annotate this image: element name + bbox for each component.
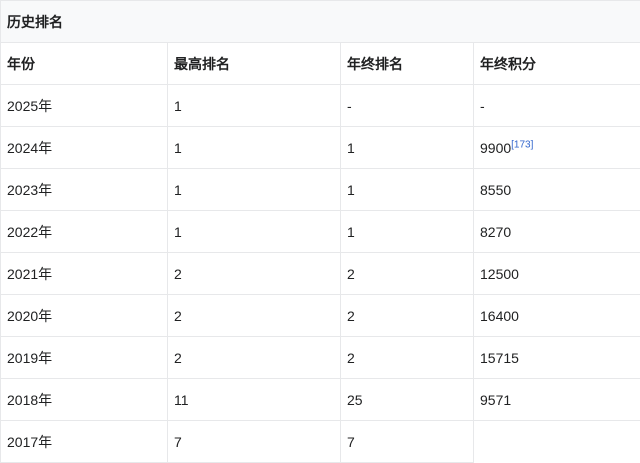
points-value: 16400: [480, 308, 519, 324]
cell-peak-rank: 1: [168, 127, 341, 169]
cell-year: 2024年: [1, 127, 168, 169]
table-row: 2023年 1 1 8550: [1, 169, 640, 211]
points-value: 8270: [480, 224, 511, 240]
cell-year: 2025年: [1, 85, 168, 127]
cell-year-end-rank: 2: [341, 295, 474, 337]
cell-year: 2022年: [1, 211, 168, 253]
table-header-row: 年份 最高排名 年终排名 年终积分: [1, 43, 640, 85]
cell-peak-rank: 1: [168, 211, 341, 253]
cell-year-end-points: [474, 421, 640, 463]
cell-peak-rank: 2: [168, 295, 341, 337]
cell-year-end-points: 15715: [474, 337, 640, 379]
cell-year-end-points: 9571: [474, 379, 640, 421]
header-year-end-rank: 年终排名: [341, 43, 474, 85]
table-row: 2021年 2 2 12500: [1, 253, 640, 295]
cell-year: 2020年: [1, 295, 168, 337]
cell-peak-rank: 2: [168, 337, 341, 379]
cell-year-end-points: 8270: [474, 211, 640, 253]
cell-year-end-rank: 1: [341, 127, 474, 169]
cell-year-end-rank: -: [341, 85, 474, 127]
cell-year: 2021年: [1, 253, 168, 295]
table-row: 2020年 2 2 16400: [1, 295, 640, 337]
cell-year-end-points: 8550: [474, 169, 640, 211]
cell-year-end-points: 12500: [474, 253, 640, 295]
cell-year-end-rank: 25: [341, 379, 474, 421]
cell-peak-rank: 11: [168, 379, 341, 421]
cell-year: 2017年: [1, 421, 168, 463]
table-row: 2017年 7 7: [1, 421, 640, 463]
points-value: 8550: [480, 182, 511, 198]
cell-year-end-points: 9900[173]: [474, 127, 640, 169]
points-value: -: [480, 98, 485, 114]
cell-peak-rank: 2: [168, 253, 341, 295]
cell-year-end-rank: 7: [341, 421, 474, 463]
table-row: 2022年 1 1 8270: [1, 211, 640, 253]
cell-peak-rank: 7: [168, 421, 341, 463]
points-value: 9900: [480, 140, 511, 156]
points-value: 12500: [480, 266, 519, 282]
header-year-end-points: 年终积分: [474, 43, 640, 85]
cell-year: 2018年: [1, 379, 168, 421]
cell-year-end-rank: 2: [341, 337, 474, 379]
points-value: 15715: [480, 350, 519, 366]
table-caption-row: 历史排名: [1, 1, 640, 43]
cell-year-end-points: 16400: [474, 295, 640, 337]
cell-peak-rank: 1: [168, 85, 341, 127]
cell-year: 2023年: [1, 169, 168, 211]
table-row: 2018年 11 25 9571: [1, 379, 640, 421]
table-caption: 历史排名: [1, 1, 640, 43]
cell-year: 2019年: [1, 337, 168, 379]
table-row: 2024年 1 1 9900[173]: [1, 127, 640, 169]
cell-year-end-rank: 2: [341, 253, 474, 295]
table-row: 2025年 1 - -: [1, 85, 640, 127]
header-peak-rank: 最高排名: [168, 43, 341, 85]
points-value: 9571: [480, 392, 511, 408]
ranking-history-table: 历史排名 年份 最高排名 年终排名 年终积分 2025年 1 - - 2024年…: [0, 0, 640, 463]
header-year: 年份: [1, 43, 168, 85]
table-row: 2019年 2 2 15715: [1, 337, 640, 379]
reference-link[interactable]: [173]: [511, 139, 533, 150]
cell-year-end-rank: 1: [341, 169, 474, 211]
cell-year-end-rank: 1: [341, 211, 474, 253]
cell-year-end-points: -: [474, 85, 640, 127]
cell-peak-rank: 1: [168, 169, 341, 211]
